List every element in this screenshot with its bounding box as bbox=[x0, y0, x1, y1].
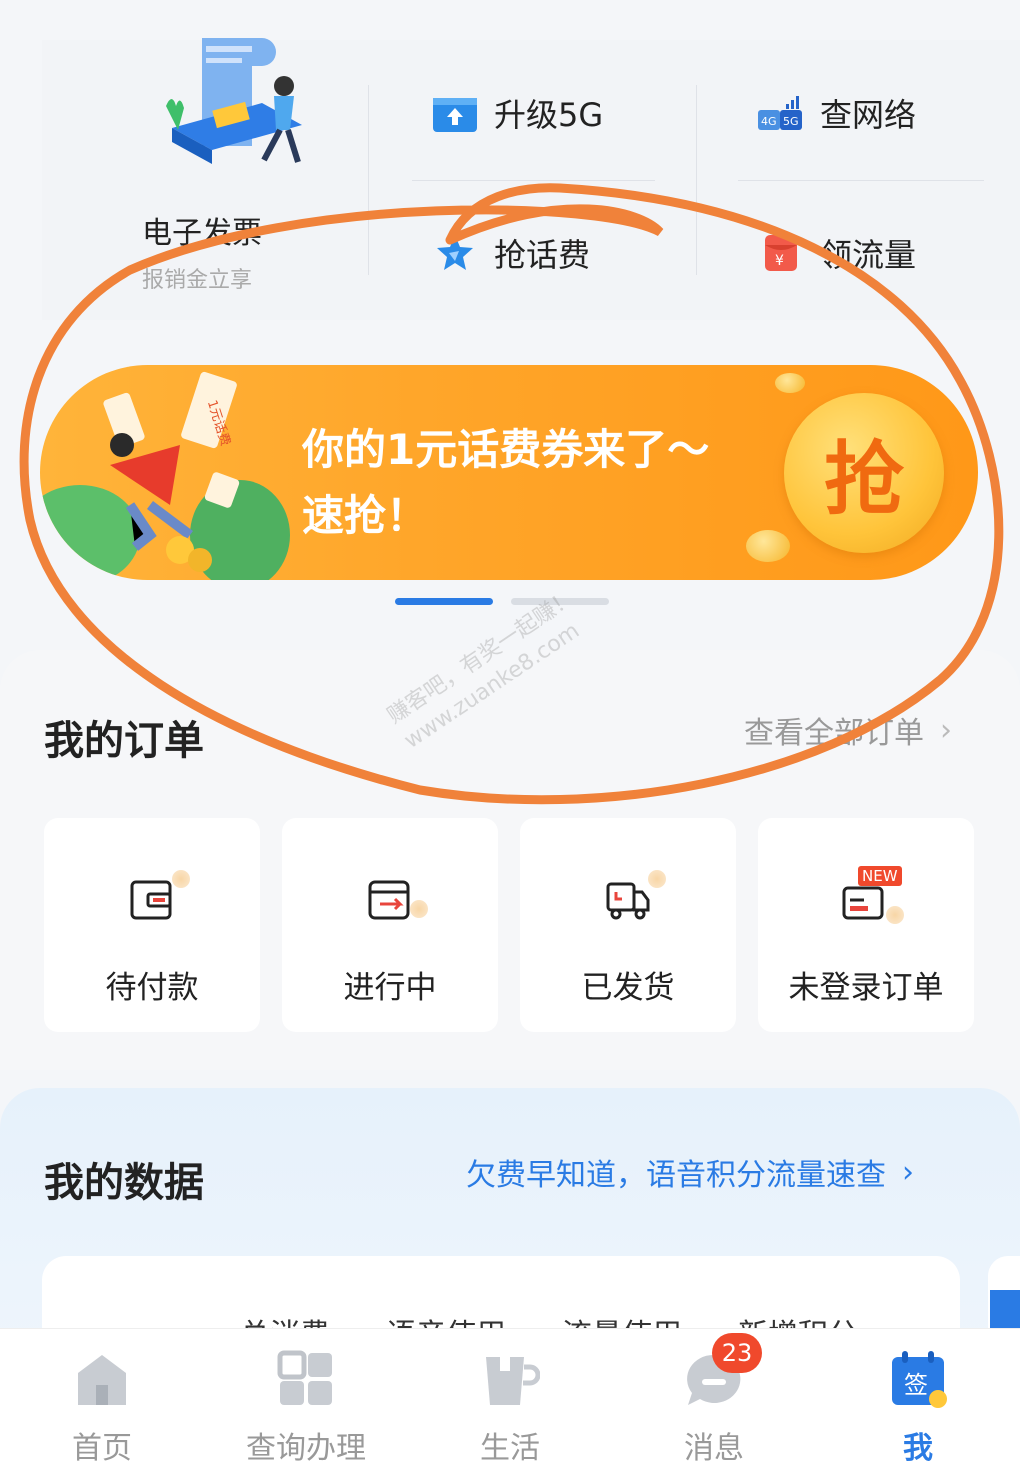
nav-label: 我 bbox=[903, 1431, 933, 1466]
carousel-dot-active[interactable] bbox=[395, 598, 493, 605]
order-label: 待付款 bbox=[105, 970, 199, 1006]
nav-home[interactable]: 首页 bbox=[2, 1329, 202, 1467]
chevron-right-icon: › bbox=[902, 1154, 914, 1190]
next-card-tab bbox=[990, 1290, 1020, 1330]
order-in-progress[interactable]: 进行中 bbox=[282, 818, 498, 1032]
nav-label: 生活 bbox=[480, 1431, 540, 1466]
divider bbox=[368, 85, 369, 275]
star-icon bbox=[432, 233, 478, 273]
nav-me[interactable]: 签 我 bbox=[818, 1329, 1018, 1467]
banner-line-1: 你的1元话费券来了～ bbox=[302, 425, 710, 474]
order-not-logged-in[interactable]: NEW 未登录订单 bbox=[758, 818, 974, 1032]
upgrade-5g-button[interactable]: 升级5G bbox=[432, 90, 603, 136]
nav-label: 首页 bbox=[72, 1431, 132, 1466]
coin-icon bbox=[775, 373, 805, 393]
grab-credit-button[interactable]: 抢话费 bbox=[432, 230, 590, 276]
truck-icon bbox=[602, 870, 666, 924]
wallet-icon bbox=[126, 870, 190, 924]
svg-text:¥: ¥ bbox=[775, 253, 784, 269]
e-invoice-entry[interactable]: 电子发票 报销金立享 bbox=[142, 38, 382, 310]
chevron-right-icon: › bbox=[940, 712, 952, 748]
view-all-orders-label: 查看全部订单 bbox=[744, 716, 924, 751]
data-quick-check-label: 欠费早知道，语音积分流量速查 bbox=[466, 1158, 886, 1193]
svg-text:5G: 5G bbox=[783, 115, 799, 128]
upgrade-5g-label: 升级5G bbox=[494, 96, 604, 134]
order-label: 未登录订单 bbox=[788, 970, 944, 1006]
sign-in-calendar-icon: 签 bbox=[888, 1349, 948, 1411]
data-quick-check-link[interactable]: 欠费早知道，语音积分流量速查 › bbox=[466, 1150, 914, 1194]
invoice-title: 电子发票 bbox=[142, 216, 262, 251]
check-network-button[interactable]: 4G 5G 查网络 bbox=[758, 90, 916, 136]
new-badge: NEW bbox=[858, 866, 902, 886]
nav-label: 消息 bbox=[684, 1431, 744, 1466]
invoice-subtitle: 报销金立享 bbox=[142, 268, 253, 293]
order-pending-payment[interactable]: 待付款 bbox=[44, 818, 260, 1032]
bottom-nav: 首页 查询办理 生活 消息 签 我 bbox=[0, 1328, 1020, 1471]
svg-text:4G: 4G bbox=[761, 115, 777, 128]
data-title: 我的数据 bbox=[44, 1160, 204, 1206]
orders-title: 我的订单 bbox=[44, 718, 204, 764]
home-icon bbox=[72, 1349, 132, 1411]
divider bbox=[412, 180, 655, 181]
grab-credit-label: 抢话费 bbox=[494, 236, 591, 274]
promo-banner[interactable]: 1元话费 你的1元话费券来了～ 速抢！ 抢 bbox=[40, 365, 978, 580]
grab-button[interactable]: 抢 bbox=[784, 393, 944, 553]
divider bbox=[696, 85, 697, 275]
invoice-illustration-icon bbox=[166, 38, 302, 164]
sign-in-text: 签 bbox=[904, 1371, 928, 1399]
nav-life[interactable]: 生活 bbox=[410, 1329, 610, 1467]
4g5g-signal-icon: 4G 5G bbox=[758, 93, 804, 133]
grid-icon bbox=[276, 1349, 336, 1411]
coin-icon bbox=[746, 530, 790, 562]
message-count-badge: 23 bbox=[712, 1333, 762, 1373]
in-progress-icon bbox=[364, 876, 428, 924]
red-packet-icon: ¥ bbox=[758, 233, 804, 273]
check-network-label: 查网络 bbox=[820, 96, 917, 134]
cup-icon bbox=[480, 1349, 541, 1411]
banner-message: 你的1元话费券来了～ 速抢！ bbox=[302, 417, 709, 549]
nav-query[interactable]: 查询办理 bbox=[206, 1329, 406, 1467]
get-data-label: 领流量 bbox=[820, 236, 917, 274]
runner-illustration-icon: 1元话费 bbox=[40, 371, 290, 580]
banner-line-2: 速抢！ bbox=[302, 491, 429, 540]
order-shipped[interactable]: 已发货 bbox=[520, 818, 736, 1032]
view-all-orders-link[interactable]: 查看全部订单 › bbox=[744, 708, 952, 752]
service-card: 电子发票 报销金立享 升级5G 4G 5G 查网络 抢话费 ¥ 领流量 bbox=[42, 38, 1020, 320]
upload-icon bbox=[432, 93, 478, 133]
get-data-button[interactable]: ¥ 领流量 bbox=[758, 230, 916, 276]
order-label: 进行中 bbox=[343, 970, 437, 1006]
order-label: 已发货 bbox=[581, 970, 675, 1006]
nav-label: 查询办理 bbox=[246, 1431, 366, 1466]
divider bbox=[738, 180, 984, 181]
